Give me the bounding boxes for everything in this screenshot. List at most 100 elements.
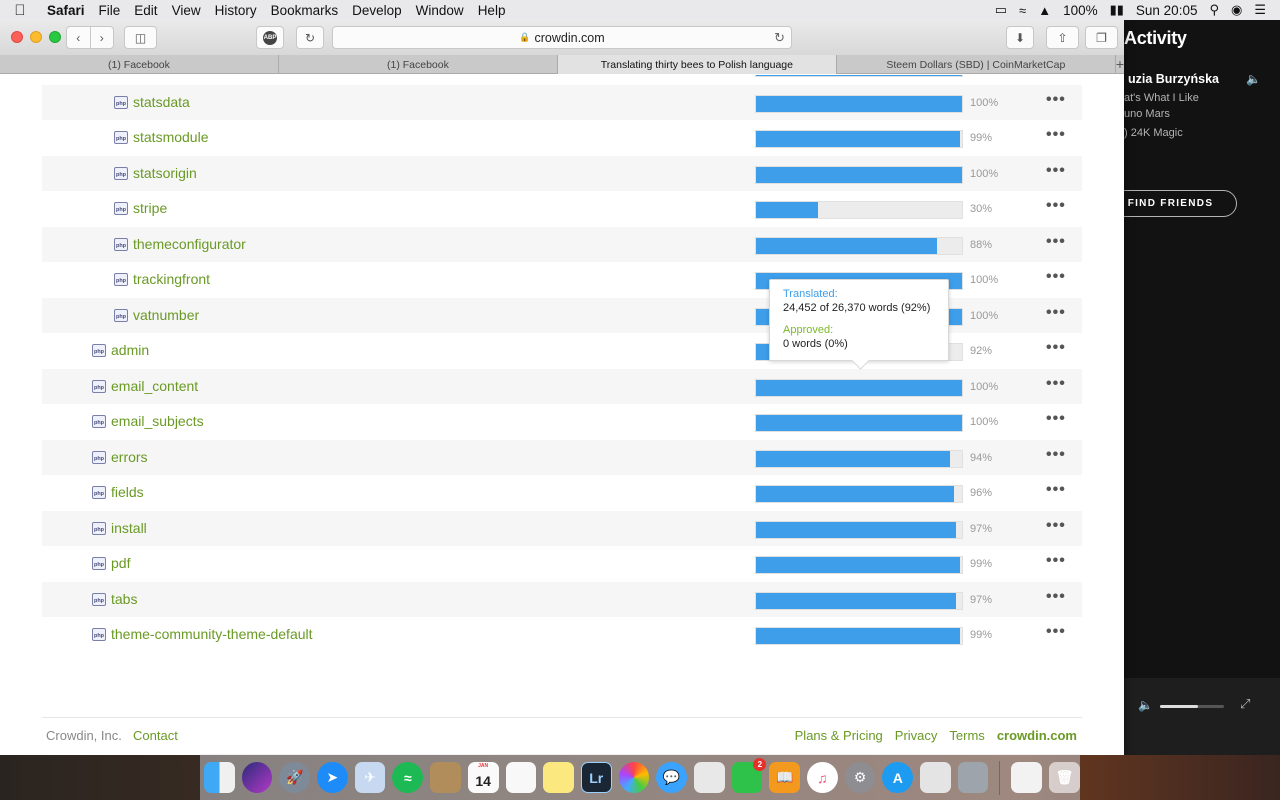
file-name-link[interactable]: admin xyxy=(111,342,149,358)
notefile-icon[interactable] xyxy=(430,762,461,793)
facetime-icon[interactable]: 2 xyxy=(731,758,767,793)
tab-facebook-2[interactable]: (1) Facebook xyxy=(279,55,558,74)
fullscreen-window-button[interactable] xyxy=(49,31,61,43)
menu-app-safari[interactable]: Safari xyxy=(40,3,92,18)
translation-progress-bar[interactable] xyxy=(755,627,963,645)
more-options-icon[interactable]: ••• xyxy=(1046,410,1066,428)
file-name-link[interactable]: statsdata xyxy=(133,94,190,110)
siri-icon[interactable] xyxy=(241,762,273,793)
menu-help[interactable]: Help xyxy=(471,3,513,18)
menu-edit[interactable]: Edit xyxy=(127,3,164,18)
footer-terms-link[interactable]: Terms xyxy=(949,728,984,743)
file-name-link[interactable]: stripe xyxy=(133,200,167,216)
translation-progress-bar[interactable] xyxy=(755,236,963,255)
footer-contact-link[interactable]: Contact xyxy=(133,728,178,743)
file-row[interactable]: php email_subjects 100% ••• xyxy=(42,404,1082,440)
translation-progress-bar[interactable] xyxy=(755,94,963,113)
siri-icon[interactable]: ◉ xyxy=(1231,2,1242,18)
footer-privacy-link[interactable]: Privacy xyxy=(895,728,938,743)
tab-crowdin-active[interactable]: Translating thirty bees to Polish langua… xyxy=(557,55,837,74)
file-name-link[interactable]: email_subjects xyxy=(111,413,204,429)
file-row[interactable]: php theme-community-theme-default 99% ••• xyxy=(42,617,1082,653)
file-name-link[interactable]: errors xyxy=(111,449,148,465)
file-row[interactable]: php statsorigin 100% ••• xyxy=(42,155,1082,191)
more-options-icon[interactable]: ••• xyxy=(1046,268,1066,286)
expand-icon[interactable]: ⤢ xyxy=(1240,696,1250,712)
more-options-icon[interactable]: ••• xyxy=(1046,588,1066,606)
menu-develop[interactable]: Develop xyxy=(345,3,409,18)
file-row[interactable]: php tabs 97% ••• xyxy=(42,581,1082,617)
utility-app-icon[interactable] xyxy=(957,762,989,793)
file-name-link[interactable]: statsorigin xyxy=(133,165,197,181)
preview-icon[interactable] xyxy=(693,762,725,793)
menu-file[interactable]: File xyxy=(92,3,128,18)
spotify-icon[interactable]: ≈ xyxy=(392,762,424,793)
close-window-button[interactable] xyxy=(11,31,23,43)
more-options-icon[interactable]: ••• xyxy=(1046,517,1066,535)
photos-icon[interactable] xyxy=(618,762,650,793)
finder-icon[interactable] xyxy=(204,762,235,793)
friend-track[interactable]: at's What I Like xyxy=(1124,92,1199,104)
ibooks-icon[interactable]: 📖 xyxy=(769,762,801,793)
file-name-link[interactable]: trackingfront xyxy=(133,271,210,287)
file-row[interactable]: php stripe 30% ••• xyxy=(42,191,1082,227)
messages-icon[interactable]: 💬 xyxy=(656,762,687,793)
safari-icon[interactable]: ➤ xyxy=(317,762,348,793)
more-options-icon[interactable]: ••• xyxy=(1046,339,1066,357)
translation-progress-bar[interactable] xyxy=(755,556,963,574)
minimize-window-button[interactable] xyxy=(30,31,42,43)
translation-progress-bar[interactable] xyxy=(755,449,963,468)
file-row[interactable]: php statsdata 100% ••• xyxy=(42,84,1082,120)
footer-plans-link[interactable]: Plans & Pricing xyxy=(795,728,883,743)
file-name-link[interactable]: tabs xyxy=(111,591,137,607)
airplay-icon[interactable]: ▲ xyxy=(1038,3,1051,18)
file-row[interactable]: phpsocialsharing100%••• xyxy=(42,75,1082,85)
file-row[interactable]: php email_content 100% ••• xyxy=(42,368,1082,404)
translation-progress-bar[interactable] xyxy=(755,520,963,539)
more-options-icon[interactable]: ••• xyxy=(1046,481,1066,499)
volume-slider[interactable] xyxy=(1160,705,1224,708)
file-name-link[interactable]: themeconfigurator xyxy=(133,236,246,252)
translation-progress-bar[interactable] xyxy=(755,201,963,219)
calendar-icon[interactable]: JAN 14 xyxy=(467,762,499,793)
app-store-icon[interactable]: A xyxy=(882,762,914,793)
reminders-icon[interactable] xyxy=(505,762,537,793)
more-options-icon[interactable]: ••• xyxy=(1046,623,1066,641)
translation-progress-bar[interactable] xyxy=(755,414,963,432)
notes-icon[interactable] xyxy=(543,762,574,793)
battery-icon[interactable]: ▮▮ xyxy=(1110,2,1124,18)
file-row[interactable]: php themeconfigurator 88% ••• xyxy=(42,226,1082,262)
file-name-link[interactable]: vatnumber xyxy=(133,307,199,323)
file-name-link[interactable]: statsmodule xyxy=(133,129,208,145)
airplay-display-icon[interactable]: ▭ xyxy=(995,2,1007,18)
launchpad-icon[interactable]: 🚀 xyxy=(279,762,311,793)
file-name-link[interactable]: install xyxy=(111,520,147,536)
friend-name[interactable]: uzia Burzyńska xyxy=(1128,72,1219,86)
sidebar-toggle-icon[interactable]: ◫ xyxy=(124,26,157,49)
more-options-icon[interactable]: ••• xyxy=(1046,446,1066,464)
tab-coinmarketcap[interactable]: Steem Dollars (SBD) | CoinMarketCap xyxy=(837,55,1116,74)
menu-history[interactable]: History xyxy=(208,3,264,18)
trash-icon[interactable]: 🗑 xyxy=(1049,762,1080,793)
more-options-icon[interactable]: ••• xyxy=(1046,375,1066,393)
file-name-link[interactable]: pdf xyxy=(111,555,130,571)
show-tabs-icon[interactable]: ❐ xyxy=(1085,26,1118,49)
more-options-icon[interactable]: ••• xyxy=(1046,162,1066,180)
menu-window[interactable]: Window xyxy=(409,3,471,18)
tab-facebook-1[interactable]: (1) Facebook xyxy=(0,55,279,74)
system-preferences-icon[interactable]: ⚙ xyxy=(844,762,876,793)
more-options-icon[interactable]: ••• xyxy=(1046,552,1066,570)
spotlight-search-icon[interactable]: ⚲ xyxy=(1209,2,1219,18)
more-options-icon[interactable]: ••• xyxy=(1046,91,1066,109)
translation-progress-bar[interactable] xyxy=(755,378,963,397)
footer-brand-link[interactable]: crowdin.com xyxy=(997,728,1077,743)
translation-progress-bar[interactable] xyxy=(755,591,963,610)
apple-menu-icon[interactable]:  xyxy=(0,2,40,19)
menu-bookmarks[interactable]: Bookmarks xyxy=(264,3,346,18)
volume-icon[interactable]: 🔈 xyxy=(1138,698,1153,712)
file-row[interactable]: php errors 94% ••• xyxy=(42,439,1082,475)
extension-button[interactable]: ↻ xyxy=(296,26,324,49)
friend-artist[interactable]: uno Mars xyxy=(1124,108,1170,120)
translation-progress-bar[interactable] xyxy=(755,485,963,503)
friend-album[interactable]: ) 24K Magic xyxy=(1124,127,1183,139)
